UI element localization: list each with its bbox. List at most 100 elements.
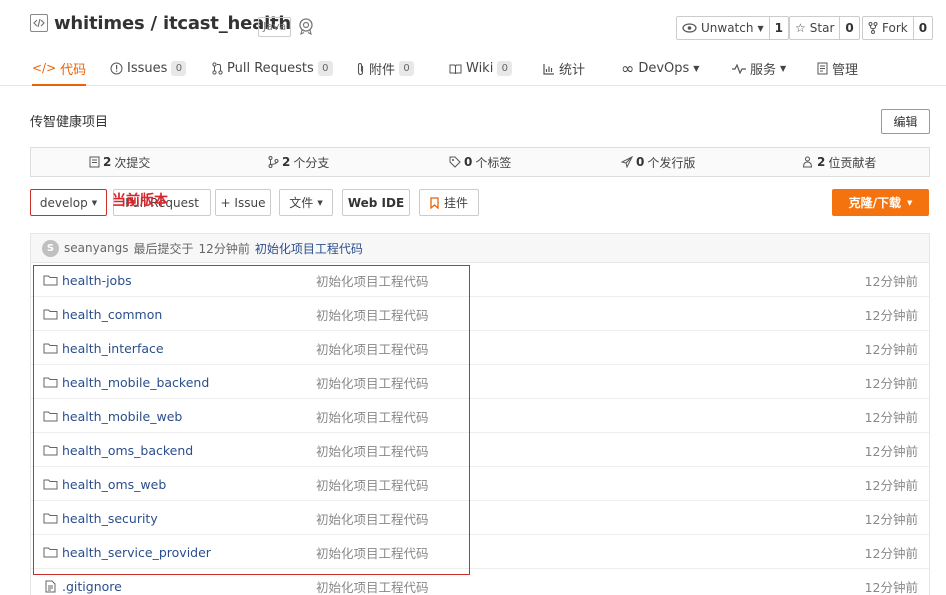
edit-button[interactable]: 编辑: [881, 109, 930, 134]
file-row[interactable]: health_oms_backend 初始化项目工程代码 12分钟前: [31, 433, 929, 467]
file-name[interactable]: health_common: [62, 307, 162, 322]
avatar[interactable]: S: [42, 239, 59, 257]
file-commit-message[interactable]: 初始化项目工程代码: [316, 569, 429, 595]
star-button[interactable]: ☆ Star 0: [789, 16, 860, 40]
file-commit-message[interactable]: 初始化项目工程代码: [316, 365, 429, 399]
file-commit-message[interactable]: 初始化项目工程代码: [316, 535, 429, 569]
tab-pull-requests[interactable]: Pull Requests 0: [212, 52, 333, 85]
fork-icon: [868, 22, 878, 34]
folder-icon: [43, 444, 58, 456]
tab-services-label: 服务: [750, 63, 777, 78]
commit-message-link[interactable]: 初始化项目工程代码: [255, 240, 363, 257]
file-name[interactable]: health_mobile_backend: [62, 375, 209, 390]
file-commit-time: 12分钟前: [864, 579, 918, 595]
file-name[interactable]: health_oms_backend: [62, 443, 193, 458]
file-name[interactable]: .gitignore: [62, 579, 122, 594]
issue-icon: [110, 62, 123, 75]
file-row[interactable]: health_mobile_web 初始化项目工程代码 12分钟前: [31, 399, 929, 433]
file-row[interactable]: health_common 初始化项目工程代码 12分钟前: [31, 297, 929, 331]
file-commit-message[interactable]: 初始化项目工程代码: [316, 467, 429, 501]
file-name[interactable]: health_oms_web: [62, 477, 166, 492]
file-commit-message[interactable]: 初始化项目工程代码: [316, 263, 429, 297]
recommend-badge-icon[interactable]: [297, 17, 315, 35]
file-row[interactable]: health_service_provider 初始化项目工程代码 12分钟前: [31, 535, 929, 569]
clone-label: 克隆/下载: [848, 196, 901, 210]
file-commit-message[interactable]: 初始化项目工程代码: [316, 297, 429, 331]
branch-select[interactable]: develop ▼: [30, 189, 107, 216]
fork-label: Fork: [882, 21, 908, 35]
file-commit-time: 12分钟前: [864, 511, 918, 527]
tab-issues-label: Issues: [127, 61, 168, 76]
file-commit-message[interactable]: 初始化项目工程代码: [316, 331, 429, 365]
pulse-icon: [732, 63, 746, 74]
tab-code[interactable]: </> 代码: [32, 52, 87, 86]
repo-title: whitimes / itcast_health: [54, 13, 291, 34]
tab-devops-label: DevOps: [638, 61, 690, 76]
new-issue-button[interactable]: + Issue: [215, 189, 271, 216]
watch-count[interactable]: 1: [768, 17, 788, 39]
file-icon: [43, 580, 58, 593]
file-commit-message[interactable]: 初始化项目工程代码: [316, 433, 429, 467]
mount-button[interactable]: 挂件: [419, 189, 479, 216]
stat-contributors[interactable]: 2 位贡献者: [801, 148, 876, 176]
commit-time: 12分钟前: [198, 241, 250, 256]
paperclip-icon: [356, 62, 365, 76]
stat-tags[interactable]: 0 个标签: [449, 148, 511, 176]
file-dropdown-button[interactable]: 文件 ▼: [279, 189, 333, 216]
star-count[interactable]: 0: [839, 17, 858, 39]
stat-branches[interactable]: 2 个分支: [268, 148, 329, 176]
branch-icon: [268, 156, 279, 168]
commit-author[interactable]: seanyangs: [64, 241, 129, 255]
tab-attachments[interactable]: 附件 0: [356, 52, 415, 85]
repo-owner-link[interactable]: whitimes: [54, 13, 145, 34]
clone-download-button[interactable]: 克隆/下载 ▼: [832, 189, 929, 216]
star-label: Star: [809, 21, 835, 35]
eye-icon: [682, 23, 697, 33]
stat-releases[interactable]: 0 个发行版: [621, 148, 695, 176]
caret-down-icon: ▼: [91, 198, 98, 207]
tab-issues[interactable]: Issues 0: [110, 52, 187, 85]
file-commit-time: 12分钟前: [864, 443, 918, 459]
stats-bar: 2 次提交 2 个分支 0 个标签 0 个发行版 2 位贡献者: [30, 147, 930, 177]
file-row[interactable]: health-jobs 初始化项目工程代码 12分钟前: [31, 263, 929, 297]
tab-devops[interactable]: ∞ DevOps ▼: [621, 52, 699, 85]
file-name[interactable]: health_security: [62, 511, 158, 526]
file-row[interactable]: health_security 初始化项目工程代码 12分钟前: [31, 501, 929, 535]
file-name[interactable]: health-jobs: [62, 273, 132, 288]
stat-releases-num: 0: [636, 155, 645, 169]
repo-description: 传智健康项目: [30, 115, 109, 130]
tab-services[interactable]: 服务 ▼: [732, 52, 786, 85]
tab-pull-requests-label: Pull Requests: [227, 61, 314, 76]
fork-count[interactable]: 0: [912, 17, 932, 39]
tab-stats[interactable]: 统计: [543, 52, 585, 85]
file-name[interactable]: health_service_provider: [62, 545, 211, 560]
bar-chart-icon: [543, 63, 555, 75]
file-commit-message[interactable]: 初始化项目工程代码: [316, 399, 429, 433]
folder-icon: [43, 342, 58, 354]
bookmark-icon: [430, 196, 439, 209]
language-badge[interactable]: Java: [258, 17, 292, 37]
file-row[interactable]: health_oms_web 初始化项目工程代码 12分钟前: [31, 467, 929, 501]
file-row[interactable]: health_interface 初始化项目工程代码 12分钟前: [31, 331, 929, 365]
file-dropdown-label: 文件: [289, 196, 314, 210]
fork-button[interactable]: Fork 0: [862, 16, 934, 40]
file-row[interactable]: .gitignore 初始化项目工程代码 12分钟前: [31, 569, 929, 595]
folder-icon: [43, 478, 58, 490]
repo-title-separator: /: [144, 13, 163, 34]
tab-code-label: 代码: [60, 62, 87, 78]
tab-wiki[interactable]: Wiki 0: [449, 52, 513, 85]
file-commit-message[interactable]: 初始化项目工程代码: [316, 501, 429, 535]
last-commit-bar: S seanyangs 最后提交于 12分钟前 初始化项目工程代码: [30, 233, 930, 263]
file-row[interactable]: health_mobile_backend 初始化项目工程代码 12分钟前: [31, 365, 929, 399]
watch-button[interactable]: Unwatch ▼ 1: [676, 16, 789, 40]
file-name[interactable]: health_mobile_web: [62, 409, 182, 424]
tab-manage-label: 管理: [832, 63, 859, 78]
file-list: health-jobs 初始化项目工程代码 12分钟前 health_commo…: [30, 263, 930, 595]
web-ide-button[interactable]: Web IDE: [342, 189, 410, 216]
file-name[interactable]: health_interface: [62, 341, 164, 356]
tab-manage[interactable]: 管理: [817, 52, 858, 85]
folder-icon: [43, 274, 58, 286]
stat-releases-label: 个发行版: [647, 155, 696, 170]
stat-commits[interactable]: 2 次提交: [89, 148, 150, 176]
file-commit-time: 12分钟前: [864, 477, 918, 493]
